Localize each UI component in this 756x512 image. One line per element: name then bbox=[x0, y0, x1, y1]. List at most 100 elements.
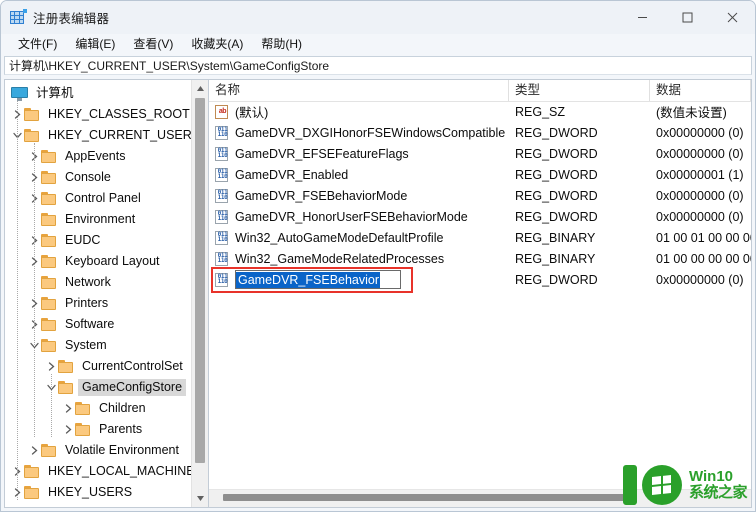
table-row[interactable]: 011 110 GameDVR_FSEBehavior REG_DWORD 0x0000… bbox=[209, 269, 751, 290]
menu-item-help[interactable]: 帮助(H) bbox=[252, 35, 311, 54]
dword-value-icon: 011 110 bbox=[215, 188, 230, 203]
tree-node-volatile-environment[interactable]: Volatile Environment bbox=[5, 440, 208, 461]
folder-icon bbox=[41, 192, 57, 205]
table-row[interactable]: 011 110 GameDVR_FSEBehaviorMode REG_DWORD 0x… bbox=[209, 185, 751, 206]
table-row[interactable]: ab (默认) REG_SZ (数值未设置) bbox=[209, 101, 751, 122]
chevron-right-icon[interactable] bbox=[62, 419, 75, 440]
column-header-name[interactable]: 名称 bbox=[209, 80, 509, 101]
scroll-down-icon[interactable] bbox=[192, 490, 208, 507]
folder-icon bbox=[41, 171, 57, 184]
title-bar: 注册表编辑器 bbox=[1, 1, 755, 34]
cell-value-name[interactable]: 011 110 GameDVR_FSEBehaviorMode bbox=[209, 188, 509, 203]
tree-node-hkey-current-config[interactable]: HKEY CURRENT CONFIG bbox=[5, 503, 208, 507]
address-bar[interactable]: 计算机\HKEY_CURRENT_USER\System\GameConfigS… bbox=[4, 56, 752, 75]
tree-node-label: CurrentControlSet bbox=[82, 359, 183, 373]
folder-icon bbox=[24, 465, 40, 478]
table-row[interactable]: 011 110 GameDVR_HonorUserFSEBehaviorMode RE… bbox=[209, 206, 751, 227]
cell-value-data: 0x00000000 (0) bbox=[656, 146, 744, 161]
string-value-icon: ab bbox=[215, 104, 230, 119]
list-header: 名称 类型 数据 bbox=[209, 80, 751, 102]
folder-icon bbox=[41, 297, 57, 310]
tree-node-software[interactable]: Software bbox=[5, 314, 208, 335]
tree-node-hkey-local-machine[interactable]: HKEY_LOCAL_MACHINE bbox=[5, 461, 208, 482]
minimize-button[interactable] bbox=[620, 1, 665, 33]
tree-node-children[interactable]: Children bbox=[5, 398, 208, 419]
tree-node-label: Parents bbox=[99, 422, 143, 436]
cell-value-type: REG_DWORD bbox=[515, 272, 598, 287]
tree-node-printers[interactable]: Printers bbox=[5, 293, 208, 314]
cell-value-name[interactable]: 011 110 GameDVR_FSEBehavior bbox=[209, 270, 509, 289]
scroll-up-icon[interactable] bbox=[192, 80, 208, 97]
cell-value-name[interactable]: 011 110 GameDVR_HonorUserFSEBehaviorMode bbox=[209, 209, 509, 224]
tree-node-control-panel[interactable]: Control Panel bbox=[5, 188, 208, 209]
tree-node-hkey-current-user[interactable]: HKEY_CURRENT_USER bbox=[5, 125, 208, 146]
menu-item-view[interactable]: 查看(V) bbox=[124, 35, 182, 54]
tree-vertical-scrollbar[interactable] bbox=[191, 80, 208, 507]
values-list-pane: 名称 类型 数据 ab (默认) REG_SZ (数值未设置) 011 110 GameDV… bbox=[209, 80, 751, 507]
tree-node-system[interactable]: System bbox=[5, 335, 208, 356]
cell-value-data: (数值未设置) bbox=[656, 106, 727, 120]
value-name-label: Win32_AutoGameModeDefaultProfile bbox=[235, 230, 444, 245]
rename-value-input[interactable]: GameDVR_FSEBehavior bbox=[235, 270, 402, 289]
cell-value-type: REG_DWORD bbox=[515, 209, 598, 224]
folder-icon bbox=[58, 360, 74, 373]
registry-editor-window: 注册表编辑器 文件(F) 编辑(E) 查看(V) 收藏夹(A) 帮助(H) 计算… bbox=[0, 0, 756, 512]
column-header-type[interactable]: 类型 bbox=[509, 80, 650, 101]
chevron-right-icon[interactable] bbox=[28, 440, 41, 461]
column-header-data[interactable]: 数据 bbox=[650, 80, 751, 101]
chevron-right-icon[interactable] bbox=[62, 398, 75, 419]
tree-node-gameconfigstore[interactable]: GameConfigStore bbox=[5, 377, 208, 398]
value-name-label: GameDVR_HonorUserFSEBehaviorMode bbox=[235, 209, 468, 224]
dword-value-icon: 011 110 bbox=[215, 125, 230, 140]
close-button[interactable] bbox=[710, 1, 755, 33]
tree-node-hkey-users[interactable]: HKEY_USERS bbox=[5, 482, 208, 503]
rename-input-selected-text: GameDVR_FSEBehavior bbox=[236, 271, 381, 288]
table-row[interactable]: 011 110 Win32_GameModeRelatedProcesses REG_… bbox=[209, 248, 751, 269]
tree-node-console[interactable]: Console bbox=[5, 167, 208, 188]
menu-item-favorites[interactable]: 收藏夹(A) bbox=[182, 35, 252, 54]
table-row[interactable]: 011 110 GameDVR_Enabled REG_DWORD 0x00000001… bbox=[209, 164, 751, 185]
table-row[interactable]: 011 110 Win32_AutoGameModeDefaultProfile RE… bbox=[209, 227, 751, 248]
tree-scroll-thumb[interactable] bbox=[195, 98, 205, 463]
rename-input-caret-area[interactable] bbox=[380, 271, 401, 288]
list-horizontal-scrollbar[interactable] bbox=[209, 489, 751, 507]
table-row[interactable]: 011 110 GameDVR_EFSEFeatureFlags REG_DWORD 0… bbox=[209, 143, 751, 164]
cell-value-name[interactable]: 011 110 Win32_GameModeRelatedProcesses bbox=[209, 251, 509, 266]
cell-value-type: REG_BINARY bbox=[515, 251, 596, 266]
tree-node-label: Control Panel bbox=[65, 191, 141, 205]
tree-node-environment[interactable]: Environment bbox=[5, 209, 208, 230]
folder-icon bbox=[75, 402, 91, 415]
maximize-button[interactable] bbox=[665, 1, 710, 33]
cell-value-data: 0x00000001 (1) bbox=[656, 167, 744, 182]
binary-value-icon: 011 110 bbox=[215, 230, 230, 245]
tree-node-currentcontrolset[interactable]: CurrentControlSet bbox=[5, 356, 208, 377]
cell-value-name[interactable]: 011 110 GameDVR_EFSEFeatureFlags bbox=[209, 146, 509, 161]
cell-value-name[interactable]: ab (默认) bbox=[209, 102, 509, 121]
tree-node-computer[interactable]: 计算机 bbox=[5, 83, 208, 104]
tree-node-eudc[interactable]: EUDC bbox=[5, 230, 208, 251]
value-name-label: Win32_GameModeRelatedProcesses bbox=[235, 251, 445, 266]
folder-icon bbox=[41, 318, 57, 331]
folder-icon bbox=[41, 444, 57, 457]
table-row[interactable]: 011 110 GameDVR_DXGIHonorFSEWindowsCompati… bbox=[209, 122, 751, 143]
tree-node-hkey-classes-root[interactable]: HKEY_CLASSES_ROOT bbox=[5, 104, 208, 125]
folder-icon bbox=[41, 150, 57, 163]
tree-node-label: System bbox=[65, 338, 107, 352]
tree-node-parents[interactable]: Parents bbox=[5, 419, 208, 440]
cell-value-name[interactable]: 011 110 GameDVR_Enabled bbox=[209, 167, 509, 182]
tree-node-keyboard-layout[interactable]: Keyboard Layout bbox=[5, 251, 208, 272]
cell-value-name[interactable]: 011 110 GameDVR_DXGIHonorFSEWindowsCompati… bbox=[209, 125, 509, 140]
dword-value-icon: 011 110 bbox=[215, 146, 230, 161]
cell-value-name[interactable]: 011 110 Win32_AutoGameModeDefaultProfile bbox=[209, 230, 509, 245]
tree-node-network[interactable]: Network bbox=[5, 272, 208, 293]
list-scroll-thumb[interactable] bbox=[223, 494, 633, 501]
menu-item-file[interactable]: 文件(F) bbox=[9, 35, 66, 54]
menu-item-edit[interactable]: 编辑(E) bbox=[66, 35, 124, 54]
tree-guide-line bbox=[17, 101, 18, 500]
value-name-label: GameDVR_DXGIHonorFSEWindowsCompatible bbox=[235, 125, 506, 140]
values-list: ab (默认) REG_SZ (数值未设置) 011 110 GameDVR_DXGIHon… bbox=[209, 101, 751, 490]
cell-value-data: 0x00000000 (0) bbox=[656, 272, 744, 287]
chevron-right-icon[interactable] bbox=[11, 503, 24, 507]
tree-node-appevents[interactable]: AppEvents bbox=[5, 146, 208, 167]
dword-value-icon: 011 110 bbox=[215, 272, 230, 287]
